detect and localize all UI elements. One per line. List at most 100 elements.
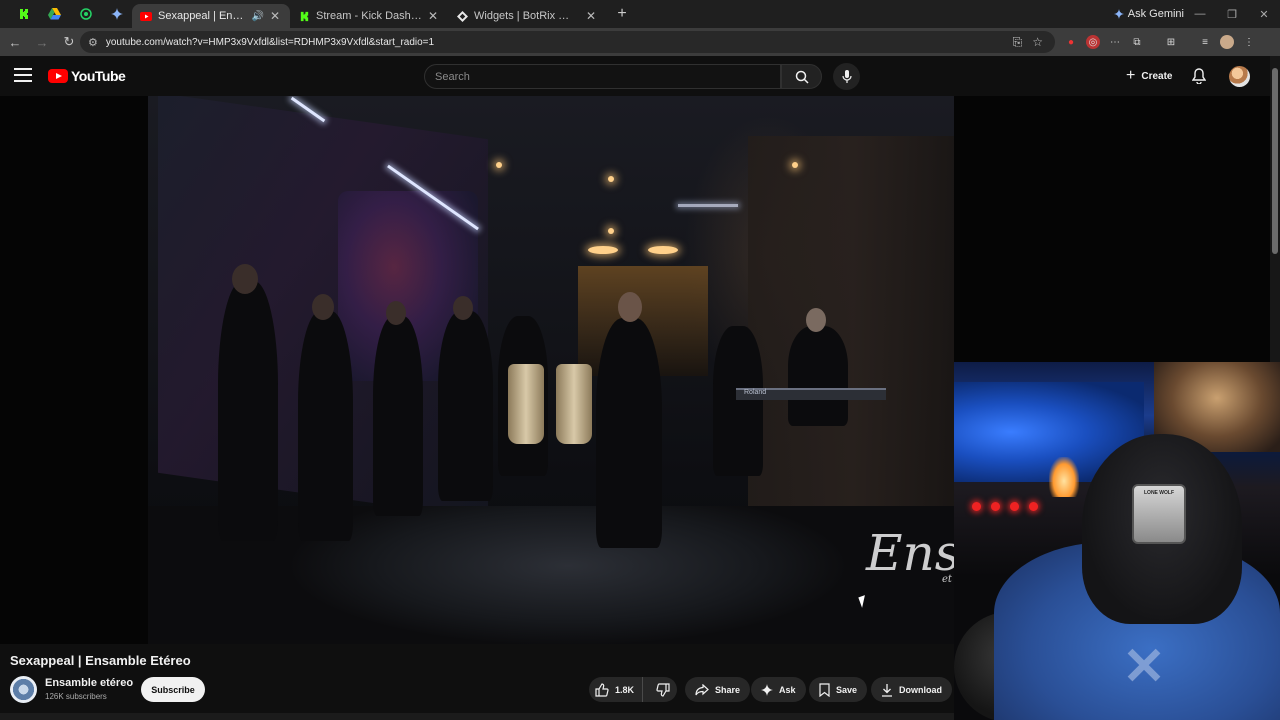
thumbs-up-icon [595, 682, 609, 697]
create-button[interactable]: + Create [1118, 64, 1180, 88]
browser-menu-icon[interactable]: ⋮ [1242, 35, 1256, 49]
ceiling-light [608, 228, 614, 234]
pinned-tab-drive[interactable] [39, 0, 70, 28]
back-arrow-icon[interactable]: ← [3, 35, 27, 50]
tab-title: Sexappeal | Ensamble Etére [158, 10, 248, 22]
bookmark-icon [819, 682, 830, 697]
youtube-logo[interactable]: YouTube [48, 68, 126, 84]
band-member-head [232, 264, 258, 294]
channel-avatar[interactable] [10, 676, 37, 703]
window-controls: — ❐ ✕ [1184, 0, 1280, 28]
browser-tabstrip: Sexappeal | Ensamble Etére 🔊 ✕ Stream - … [0, 0, 1280, 28]
plus-icon: + [1126, 67, 1136, 84]
conga-drum [508, 364, 544, 444]
tab-title: Widgets | BotRix — Cloud Strea [474, 10, 580, 22]
extensions-puzzle-icon[interactable]: ⧉ [1130, 35, 1144, 49]
like-button[interactable]: 1.8K [589, 677, 644, 702]
hamburger-menu-icon[interactable] [14, 68, 32, 84]
tab-youtube[interactable]: Sexappeal | Ensamble Etére 🔊 ✕ [132, 4, 290, 28]
save-button[interactable]: Save [809, 677, 868, 702]
microphone-icon [841, 69, 852, 83]
create-label: Create [1141, 70, 1173, 82]
band-member [438, 311, 493, 501]
band-member [218, 281, 278, 541]
ask-label: Ask [779, 684, 796, 695]
ceiling-light [608, 176, 614, 182]
search-box [424, 64, 781, 89]
thumbs-down-icon [656, 682, 670, 697]
tab-kick-dashboard[interactable]: Stream - Kick Dashboard ✕ [290, 4, 448, 28]
bookmark-star-icon[interactable]: ☆ [1032, 35, 1043, 50]
ceiling-light [792, 162, 798, 168]
ceiling-light [648, 246, 678, 254]
conga-drum [556, 364, 592, 444]
address-bar[interactable]: ⚙ youtube.com/watch?v=HMP3x9Vxfdl&list=R… [80, 31, 1055, 53]
gemini-icon [110, 8, 123, 20]
youtube-header: YouTube + Create [0, 56, 1270, 96]
whatsapp-icon [79, 8, 92, 20]
tab-search-icon[interactable]: ⊞ [1164, 35, 1178, 49]
ask-gemini-label: Ask Gemini [1127, 8, 1184, 20]
band-member-head [312, 294, 334, 320]
new-tab-button[interactable]: + [610, 5, 634, 23]
profile-avatar-icon[interactable] [1220, 35, 1234, 49]
band-member-head [453, 296, 473, 320]
search-icon [795, 70, 809, 84]
share-icon [695, 683, 709, 695]
tab-botrix-widgets[interactable]: Widgets | BotRix — Cloud Strea ✕ [448, 4, 606, 28]
like-count: 1.8K [615, 684, 635, 695]
band-member [373, 316, 423, 516]
keyboard-brand: Roland [744, 389, 767, 396]
pinned-tab-gemini[interactable] [101, 0, 132, 28]
subscriber-count: 126K subscribers [45, 692, 107, 701]
webcam-overlay: ✕ LONE WOLF [954, 362, 1280, 720]
extension-red-icon[interactable]: ● [1064, 35, 1078, 49]
reload-icon[interactable]: ↻ [57, 34, 81, 50]
pinned-tab-whatsapp[interactable] [70, 0, 101, 28]
extension-badge-icon[interactable]: ◎ [1086, 35, 1100, 49]
pinned-tab-kick[interactable] [8, 0, 39, 28]
subscribe-button[interactable]: Subscribe [141, 677, 205, 702]
cap-patch-text: LONE WOLF [1144, 490, 1174, 496]
close-window-icon[interactable]: ✕ [1248, 8, 1280, 21]
forward-arrow-icon[interactable]: → [30, 35, 54, 50]
extensions-area: ● ◎ ⋯ ⧉ ⊞ ≡ ⋮ [1064, 28, 1256, 56]
browser-toolbar: ← → ↻ ⚙ youtube.com/watch?v=HMP3x9Vxfdl&… [0, 28, 1280, 56]
drive-icon [48, 8, 61, 20]
audio-playing-icon[interactable]: 🔊 [252, 11, 264, 22]
minimize-icon[interactable]: — [1184, 8, 1216, 20]
search-input[interactable] [435, 65, 780, 88]
dislike-button[interactable] [649, 677, 677, 702]
site-info-icon[interactable]: ⚙ [88, 36, 98, 49]
download-icon [882, 683, 892, 697]
user-avatar[interactable] [1229, 66, 1250, 87]
pinned-tabs [0, 0, 132, 28]
extension-more-icon[interactable]: ⋯ [1108, 35, 1122, 49]
search-button[interactable] [781, 64, 822, 89]
close-tab-icon[interactable]: ✕ [584, 9, 598, 23]
gemini-icon [1113, 9, 1124, 19]
ceiling-light [496, 162, 502, 168]
scrollbar-thumb[interactable] [1272, 68, 1278, 254]
video-frame: Roland Ens et [148, 96, 954, 644]
botrix-icon [456, 10, 468, 22]
voice-search-button[interactable] [833, 63, 860, 90]
close-tab-icon[interactable]: ✕ [268, 9, 282, 23]
hoodie-logo: ✕ [1122, 638, 1166, 696]
ask-button[interactable]: Ask [751, 677, 806, 702]
media-controls-icon[interactable]: ≡ [1198, 35, 1212, 49]
channel-name[interactable]: Ensamble etéreo [45, 677, 133, 689]
neon-tube [678, 204, 738, 207]
save-label: Save [836, 684, 858, 695]
share-button[interactable]: Share [685, 677, 751, 702]
lead-singer-head [618, 292, 642, 322]
ask-gemini-button[interactable]: Ask Gemini [1113, 5, 1184, 23]
close-tab-icon[interactable]: ✕ [426, 9, 440, 23]
share-label: Share [715, 684, 741, 695]
install-app-icon[interactable]: ⎘ [1013, 35, 1023, 50]
download-button[interactable]: Download [871, 677, 952, 702]
notifications-bell-icon[interactable] [1192, 68, 1206, 84]
restore-icon[interactable]: ❐ [1216, 8, 1248, 21]
youtube-play-icon [48, 69, 68, 83]
red-lights [972, 502, 1038, 511]
